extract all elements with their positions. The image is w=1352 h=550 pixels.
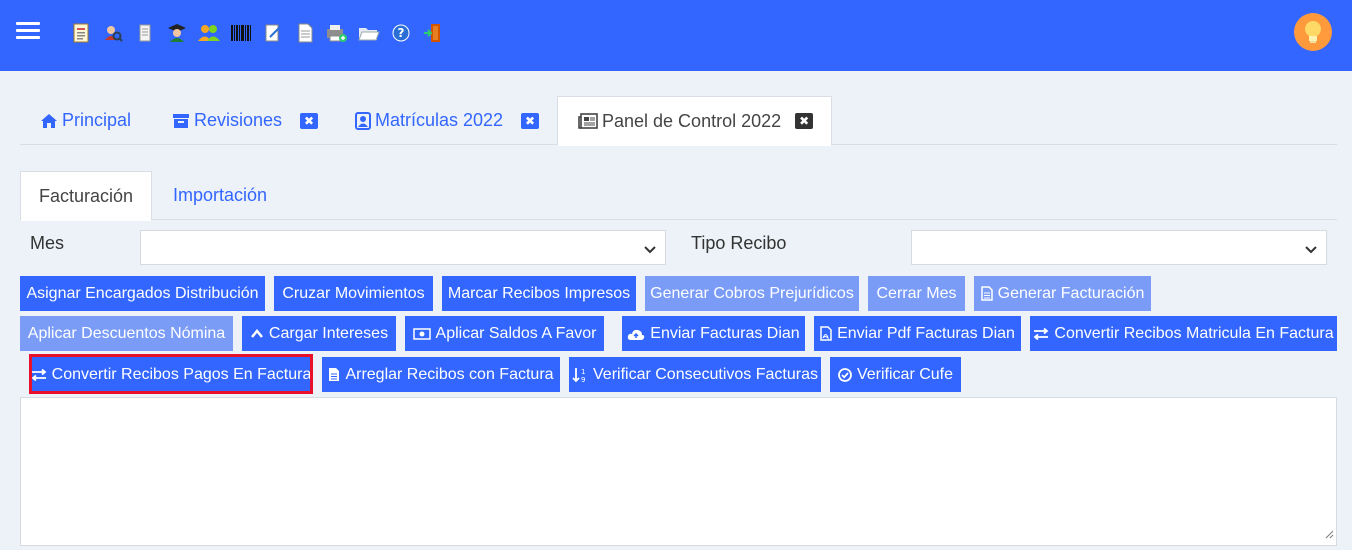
cloud-upload-icon — [627, 327, 645, 341]
chevron-down-icon — [643, 241, 657, 260]
button-label: Generar Cobros Prejurídicos — [650, 284, 854, 302]
convertir-recibos-matricula-button[interactable]: Convertir Recibos Matricula En Factura — [1030, 316, 1337, 351]
svg-text:9: 9 — [581, 376, 585, 383]
barcode-icon[interactable] — [230, 22, 252, 44]
button-label: Convertir Recibos Pagos En Factura — [51, 365, 312, 383]
arreglar-recibos-button[interactable]: Arreglar Recibos con Factura — [322, 357, 560, 392]
help-icon[interactable]: ? — [390, 22, 412, 44]
verificar-consecutivos-button[interactable]: 19 Verificar Consecutivos Facturas — [569, 357, 821, 392]
close-tab-icon[interactable]: ✖ — [300, 112, 319, 129]
receipt-icon[interactable] — [134, 22, 156, 44]
top-navbar: ? — [0, 0, 1352, 71]
sub-tabs: Facturación Importación — [20, 171, 1337, 221]
asignar-encargados-button[interactable]: Asignar Encargados Distribución — [20, 276, 265, 311]
generar-cobros-prejuridicos-button[interactable]: Generar Cobros Prejurídicos — [645, 276, 859, 311]
edit-document-icon[interactable] — [262, 22, 284, 44]
print-add-icon[interactable] — [326, 22, 348, 44]
exit-door-icon[interactable] — [422, 22, 444, 44]
button-label: Marcar Recibos Impresos — [447, 284, 631, 302]
file-icon — [328, 367, 340, 382]
money-icon — [412, 327, 431, 340]
home-icon — [40, 113, 58, 129]
tab-principal[interactable]: Principal — [40, 96, 131, 145]
cruzar-movimientos-button[interactable]: Cruzar Movimientos — [274, 276, 433, 311]
generar-facturacion-button[interactable]: Generar Facturación — [974, 276, 1151, 311]
file-pdf-icon — [820, 326, 832, 341]
button-label: Verificar Consecutivos Facturas — [593, 365, 818, 383]
hamburger-menu-icon[interactable] — [16, 22, 40, 40]
toolbar-icons: ? — [70, 22, 444, 44]
resize-handle-icon[interactable] — [1324, 524, 1334, 543]
newspaper-icon — [578, 113, 598, 129]
tipo-recibo-select[interactable] — [911, 230, 1327, 265]
enviar-pdf-facturas-dian-button[interactable]: Enviar Pdf Facturas Dian — [814, 316, 1021, 351]
button-label: Cerrar Mes — [876, 284, 957, 302]
tab-facturacion[interactable]: Facturación — [20, 171, 152, 221]
button-label: Aplicar Descuentos Nómina — [27, 324, 226, 342]
output-textarea[interactable] — [20, 397, 1337, 546]
cargar-intereses-button[interactable]: Cargar Intereses — [242, 316, 396, 351]
file-text-icon — [980, 286, 993, 301]
search-users-icon[interactable] — [102, 22, 124, 44]
aplicar-saldos-a-favor-button[interactable]: Aplicar Saldos A Favor — [405, 316, 604, 351]
button-label: Asignar Encargados Distribución — [26, 284, 259, 302]
exchange-icon — [31, 368, 47, 381]
chevron-up-icon — [250, 328, 264, 340]
chevron-down-icon — [1304, 241, 1318, 260]
tab-importacion[interactable]: Importación — [173, 171, 267, 220]
tab-label: Matrículas 2022 — [375, 110, 504, 130]
marcar-recibos-impresos-button[interactable]: Marcar Recibos Impresos — [442, 276, 636, 311]
svg-text:?: ? — [398, 26, 405, 40]
tab-label: Principal — [62, 110, 132, 130]
mes-label: Mes — [30, 233, 65, 253]
button-label: Aplicar Saldos A Favor — [435, 324, 597, 342]
document-icon[interactable] — [294, 22, 316, 44]
report-icon[interactable] — [70, 22, 92, 44]
tab-label: Panel de Control 2022 — [602, 110, 782, 131]
lightbulb-icon — [1305, 21, 1321, 43]
button-label: Convertir Recibos Matricula En Factura — [1054, 324, 1334, 342]
archive-icon — [172, 113, 190, 129]
check-circle-icon — [838, 367, 852, 382]
sort-numeric-icon: 19 — [572, 367, 588, 383]
tab-matriculas-2022[interactable]: Matrículas 2022 ✖ — [355, 96, 540, 145]
folder-open-icon[interactable] — [358, 22, 380, 44]
convertir-recibos-pagos-button[interactable]: Convertir Recibos Pagos En Factura — [31, 357, 312, 392]
close-tab-icon[interactable]: ✖ — [521, 112, 540, 129]
button-label: Enviar Pdf Facturas Dian — [837, 324, 1015, 342]
button-label: Arreglar Recibos con Factura — [345, 365, 554, 383]
address-book-icon — [355, 111, 371, 130]
tab-revisiones[interactable]: Revisiones ✖ — [172, 96, 319, 145]
button-label: Enviar Facturas Dian — [650, 324, 800, 342]
tab-panel-de-control-2022[interactable]: Panel de Control 2022 ✖ — [557, 96, 832, 146]
avatar[interactable] — [1294, 13, 1332, 51]
student-icon[interactable] — [166, 22, 188, 44]
cerrar-mes-button[interactable]: Cerrar Mes — [868, 276, 965, 311]
mes-select[interactable] — [140, 230, 666, 265]
main-tabs: Principal Revisiones ✖ Matrículas 2022 ✖… — [20, 96, 1337, 146]
svg-text:1: 1 — [581, 368, 585, 376]
aplicar-descuentos-nomina-button[interactable]: Aplicar Descuentos Nómina — [20, 316, 233, 351]
tab-label: Revisiones — [194, 110, 283, 130]
verificar-cufe-button[interactable]: Verificar Cufe — [830, 357, 961, 392]
group-icon[interactable] — [198, 22, 220, 44]
button-label: Verificar Cufe — [856, 365, 954, 383]
button-label: Cruzar Movimientos — [282, 284, 425, 302]
close-tab-icon[interactable]: ✖ — [795, 113, 814, 129]
exchange-icon — [1033, 327, 1049, 340]
button-label: Generar Facturación — [997, 284, 1145, 302]
enviar-facturas-dian-button[interactable]: Enviar Facturas Dian — [622, 316, 805, 351]
button-label: Cargar Intereses — [268, 324, 389, 342]
tipo-recibo-label: Tipo Recibo — [691, 233, 787, 253]
